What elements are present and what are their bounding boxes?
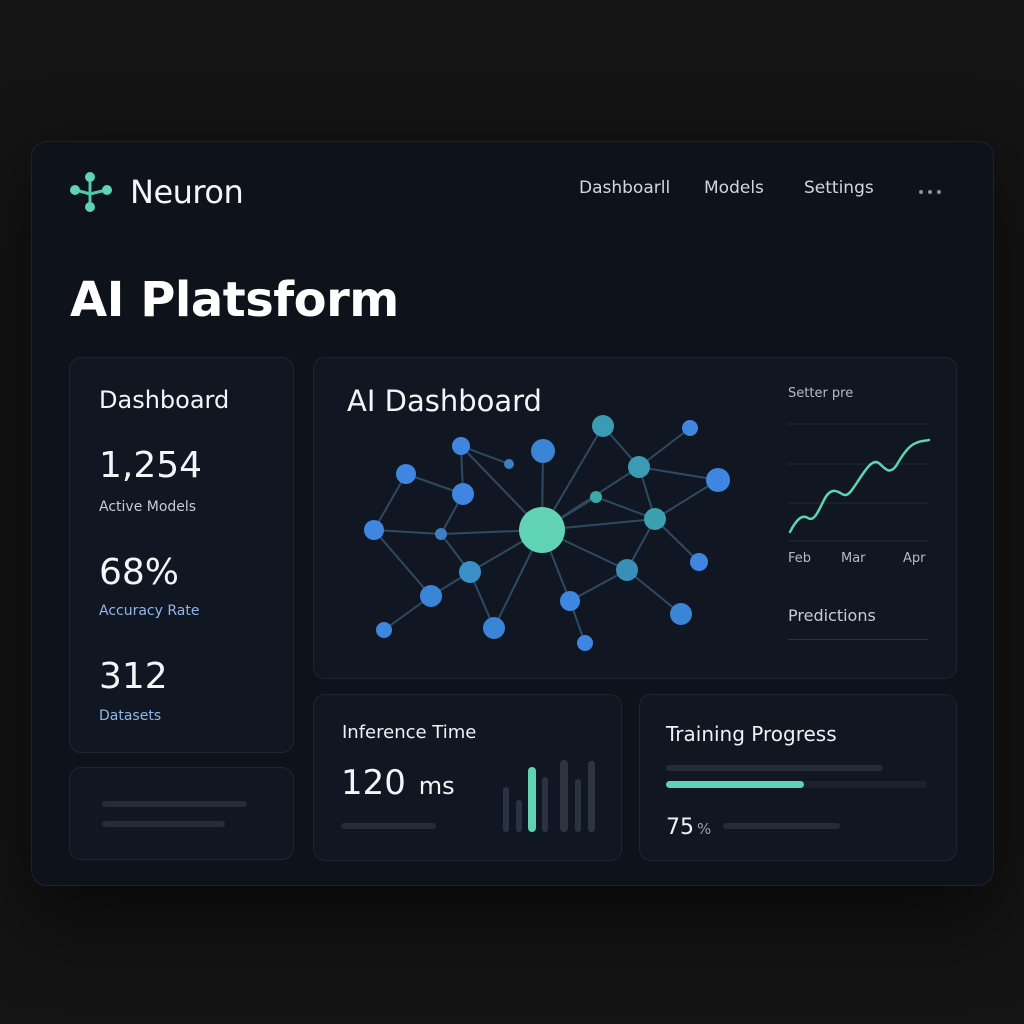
training-progress-percent: 75%: [666, 815, 711, 840]
training-progress-bar: [666, 781, 927, 788]
inference-time-number: 120: [341, 763, 406, 803]
month-label-feb: Feb: [788, 551, 812, 566]
brand[interactable]: Neuron: [68, 170, 244, 214]
nav-item-models[interactable]: Models: [704, 178, 764, 198]
stats-card-title: Dashboard: [99, 386, 230, 414]
inference-time-title: Inference Time: [342, 722, 477, 743]
placeholder-line: [341, 823, 436, 829]
placeholder-line: [102, 821, 225, 827]
stat-label-datasets: Datasets: [99, 708, 162, 724]
ai-dashboard-title: AI Dashboard: [347, 384, 542, 418]
placeholder-line: [102, 801, 247, 807]
app-name: Neuron: [130, 173, 244, 211]
predictions-chart: Setter pre Feb Mar Apr Predictions: [788, 386, 938, 646]
stat-value-datasets: 312: [99, 656, 168, 697]
nav-item-dashboard[interactable]: Dashboarll: [579, 178, 670, 198]
ai-dashboard-card: AI Dashboard Setter pre Feb Mar Apr Pred…: [313, 357, 957, 679]
training-progress-title: Training Progress: [666, 722, 837, 746]
placeholder-line: [723, 823, 840, 829]
more-horizontal-icon[interactable]: [919, 190, 941, 194]
stats-card: Dashboard 1,254 Active Models 68% Accura…: [69, 357, 294, 753]
page-title: AI Platsform: [70, 272, 399, 328]
divider: [788, 639, 928, 640]
percent-unit: %: [697, 820, 712, 838]
inference-time-card: Inference Time 120 ms: [313, 694, 622, 861]
stat-value-accuracy: 68%: [99, 552, 180, 593]
placeholder-line: [666, 765, 883, 771]
training-progress-fill: [666, 781, 805, 788]
neuron-logo-icon: [70, 172, 112, 212]
training-progress-card: Training Progress 75%: [639, 694, 957, 861]
inference-time-unit: ms: [418, 772, 455, 800]
stat-label-accuracy: Accuracy Rate: [99, 603, 200, 619]
predictions-label: Predictions: [788, 606, 876, 625]
placeholder-card: [69, 767, 294, 860]
training-progress-number: 75: [666, 815, 694, 840]
nav-item-settings[interactable]: Settings: [804, 178, 874, 198]
trend-line-chart: [788, 423, 931, 542]
stat-value-active-models: 1,254: [99, 445, 203, 486]
inference-time-value: 120 ms: [341, 763, 455, 803]
inference-bar-chart: [503, 760, 595, 832]
stat-label-active-models: Active Models: [99, 499, 197, 515]
month-label-mar: Mar: [841, 551, 866, 566]
app-window: Neuron Dashboarll Models Settings AI Pla…: [31, 141, 994, 886]
chart-label: Setter pre: [788, 386, 854, 401]
month-label-apr: Apr: [903, 551, 926, 566]
